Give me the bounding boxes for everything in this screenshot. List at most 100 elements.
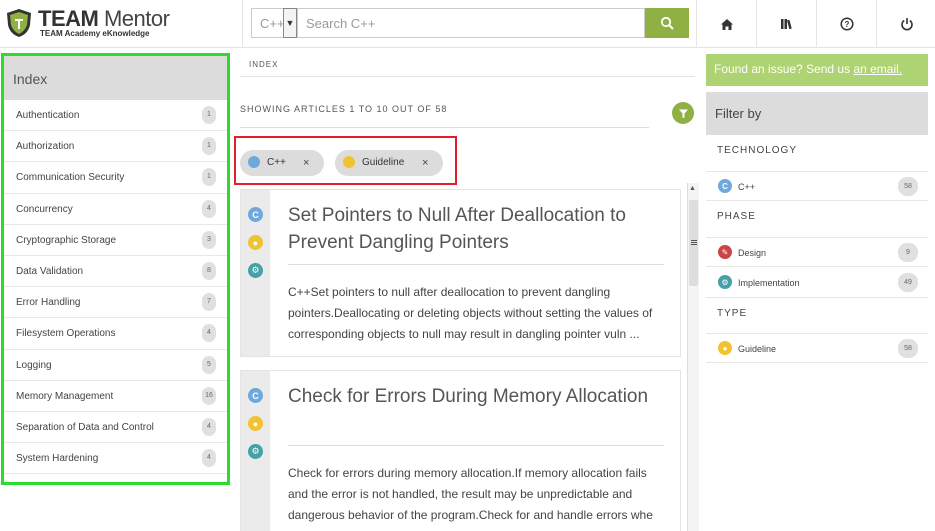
index-item-label: Data Validation — [16, 265, 84, 277]
article-card[interactable]: C ● ⚙ Set Pointers to Null After Dealloc… — [240, 189, 681, 357]
cpp-icon — [248, 156, 260, 168]
index-item-count: 7 — [202, 293, 216, 312]
index-item-count: 4 — [202, 324, 216, 343]
logout-button[interactable] — [876, 0, 935, 48]
index-item-count: 8 — [202, 261, 216, 280]
article-summary: C++Set pointers to null after deallocati… — [288, 285, 653, 341]
index-item-count: 1 — [202, 137, 216, 156]
cpp-icon: C — [248, 207, 263, 222]
index-item-count: 1 — [202, 106, 216, 124]
filter-item-label: C++ — [738, 182, 756, 192]
chevron-down-icon[interactable]: ▼ — [283, 8, 297, 38]
index-item-label: Authorization — [16, 141, 75, 153]
results-scrollbar[interactable]: ▲ — [687, 183, 699, 531]
index-item-label: Logging — [16, 359, 52, 371]
index-item-label: Error Handling — [16, 297, 81, 309]
article-tag-strip: C ● ⚙ — [241, 371, 270, 531]
filter-section-technology: TECHNOLOGY — [717, 145, 798, 156]
report-issue-banner: Found an issue? Send us an email. — [706, 54, 928, 86]
guideline-icon: ● — [248, 416, 263, 431]
divider — [288, 445, 664, 446]
index-item[interactable]: Logging 5 — [4, 350, 227, 381]
top-header: TEAM Mentor TEAM Academy eKnowledge C++ … — [0, 0, 935, 48]
index-item[interactable]: Authentication 1 — [4, 100, 227, 132]
design-icon: ✎ — [718, 245, 732, 259]
filter-item-label: Design — [738, 248, 767, 258]
article-title[interactable]: Check for Errors During Memory Allocatio… — [288, 383, 668, 410]
library-button[interactable] — [756, 0, 816, 48]
index-item[interactable]: Authorization 1 — [4, 131, 227, 163]
help-button[interactable]: ? — [816, 0, 876, 48]
index-item[interactable]: Communication Security 1 — [4, 162, 227, 194]
search-bar: C++ ▼ — [242, 0, 695, 48]
chip-label: Guideline — [362, 157, 405, 168]
article-summary: Check for errors during memory allocatio… — [288, 466, 653, 531]
results-summary: SHOWING ARTICLES 1 TO 10 OUT OF 58 — [240, 104, 448, 114]
article-title[interactable]: Set Pointers to Null After Deallocation … — [288, 202, 668, 256]
article-card[interactable]: C ● ⚙ Check for Errors During Memory All… — [240, 370, 681, 531]
remove-chip-cpp-button[interactable]: × — [303, 157, 309, 169]
filter-section-phase: PHASE — [717, 211, 756, 222]
home-button[interactable] — [696, 0, 756, 48]
index-item-label: Cryptographic Storage — [16, 234, 117, 246]
breadcrumb[interactable]: INDEX — [240, 54, 695, 77]
search-input[interactable] — [297, 8, 645, 38]
email-link[interactable]: an email. — [853, 62, 902, 76]
index-item[interactable]: Cryptographic Storage 3 — [4, 225, 227, 256]
remove-chip-guideline-button[interactable]: × — [422, 157, 428, 169]
filter-item-count: 9 — [898, 243, 918, 262]
cpp-icon: C — [248, 388, 263, 403]
divider — [288, 264, 664, 265]
article-tag-strip: C ● ⚙ — [241, 190, 270, 356]
index-item-count: 4 — [202, 199, 216, 218]
issue-text: Found an issue? Send us — [714, 62, 854, 76]
filter-chip-cpp: C++ × — [240, 150, 324, 176]
filter-item-guideline[interactable]: ● Guideline 58 — [706, 333, 928, 363]
scrollbar-thumb[interactable] — [689, 200, 698, 286]
library-icon — [780, 19, 792, 30]
index-list: Authentication 1 Authorization 1 Communicati… — [4, 100, 227, 475]
guideline-icon — [343, 156, 355, 168]
filter-item-count: 58 — [898, 177, 918, 196]
index-item[interactable]: Memory Management 16 — [4, 381, 227, 412]
index-item[interactable]: Error Handling 7 — [4, 287, 227, 319]
filter-toggle-button[interactable] — [672, 102, 694, 124]
filter-item-label: Implementation — [738, 278, 800, 288]
index-item-label: Separation of Data and Control — [16, 421, 154, 433]
index-item-count: 4 — [202, 417, 216, 436]
logo[interactable]: TEAM Mentor TEAM Academy eKnowledge — [6, 6, 234, 42]
active-filter-chips: C++ × Guideline × — [234, 136, 457, 185]
chip-label: C++ — [267, 157, 286, 168]
guideline-icon: ● — [718, 341, 732, 355]
svg-text:?: ? — [844, 20, 849, 29]
filter-item-design[interactable]: ✎ Design 9 — [706, 237, 928, 267]
index-item[interactable]: Filesystem Operations 4 — [4, 318, 227, 350]
app-root: TEAM Mentor TEAM Academy eKnowledge C++ … — [0, 0, 935, 531]
index-panel: Index Authentication 1 Authorization 1 Commu… — [1, 53, 230, 485]
filter-item-implementation[interactable]: ⚙ Implementation 49 — [706, 268, 928, 298]
index-item-label: Filesystem Operations — [16, 328, 116, 340]
index-item-count: 5 — [202, 355, 216, 374]
filter-title: Filter by — [706, 92, 928, 135]
scroll-up-arrow-icon[interactable]: ▲ — [689, 185, 696, 192]
search-icon — [660, 16, 674, 30]
filter-item-cpp[interactable]: C C++ 58 — [706, 171, 928, 201]
index-item-label: System Hardening — [16, 453, 99, 465]
funnel-icon — [678, 109, 688, 118]
index-item-label: Authentication — [16, 110, 80, 121]
help-icon: ? — [839, 17, 854, 31]
index-item-label: Concurrency — [16, 203, 73, 215]
search-button[interactable] — [645, 8, 689, 38]
filter-section-type: TYPE — [717, 308, 748, 319]
index-item[interactable]: Concurrency 4 — [4, 194, 227, 225]
index-item[interactable]: Separation of Data and Control 4 — [4, 412, 227, 444]
logo-subtitle: TEAM Academy eKnowledge — [40, 29, 150, 38]
home-icon — [720, 18, 733, 30]
filter-chip-guideline: Guideline × — [335, 150, 443, 176]
index-item-count: 1 — [202, 168, 216, 187]
filter-item-label: Guideline — [738, 344, 777, 354]
index-item[interactable]: Data Validation 8 — [4, 256, 227, 288]
index-title: Index — [4, 56, 227, 100]
index-item[interactable]: System Hardening 4 — [4, 443, 227, 475]
index-item-count: 4 — [202, 449, 216, 468]
